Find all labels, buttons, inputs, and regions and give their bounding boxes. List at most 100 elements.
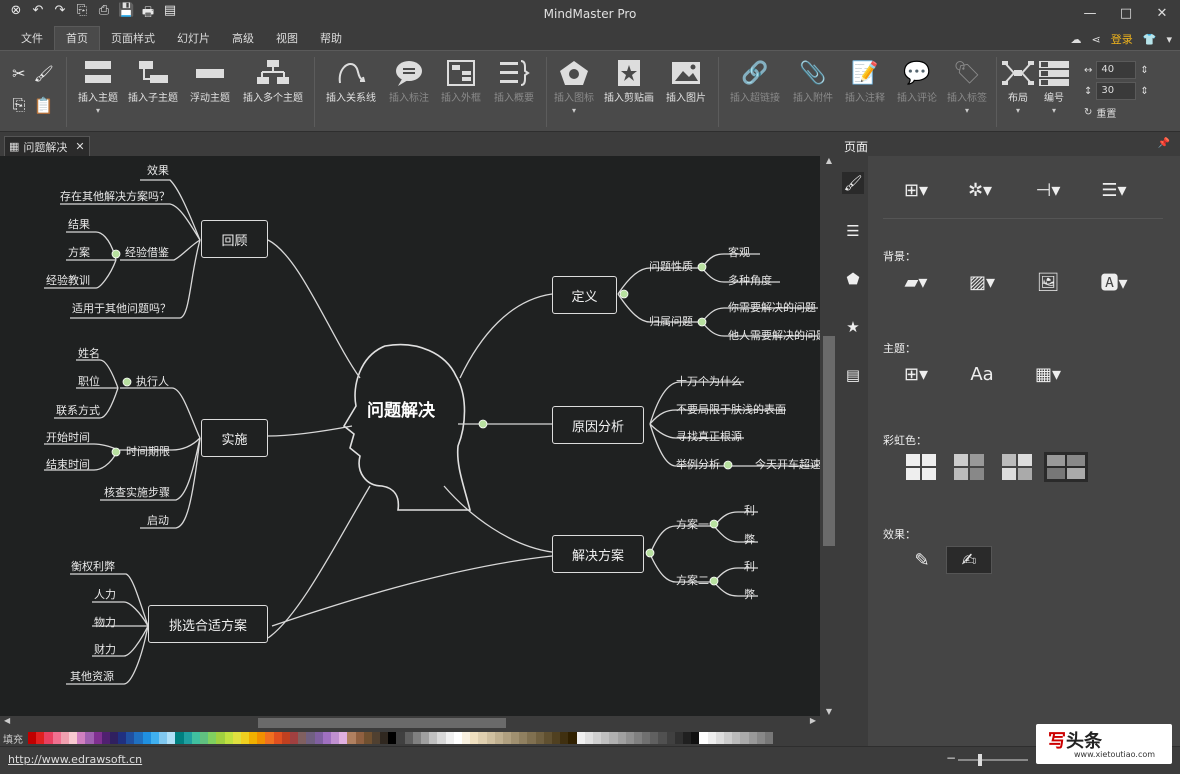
scroll-right-icon[interactable]: ▶ bbox=[810, 716, 816, 725]
color-swatch[interactable] bbox=[584, 732, 593, 744]
color-swatch[interactable] bbox=[347, 732, 356, 744]
color-swatch[interactable] bbox=[273, 732, 282, 744]
color-swatch[interactable] bbox=[453, 732, 462, 744]
cut-icon[interactable]: ✂ bbox=[12, 64, 25, 83]
color-swatch[interactable] bbox=[461, 732, 471, 744]
insert-comment-button[interactable]: 💬 插入评论 bbox=[892, 57, 942, 105]
rainbow-option-4-selected[interactable] bbox=[1044, 452, 1088, 482]
insert-clipart-button[interactable]: 插入剪贴画 bbox=[600, 57, 658, 104]
redo-icon[interactable]: ↷ bbox=[52, 3, 68, 25]
insert-note-button[interactable]: 📝 插入注释 bbox=[840, 57, 890, 105]
color-swatch[interactable] bbox=[633, 732, 643, 744]
tab-home[interactable]: 首页 bbox=[54, 26, 100, 50]
color-swatch[interactable] bbox=[437, 732, 446, 744]
color-swatch[interactable] bbox=[445, 732, 454, 744]
insert-icon-button[interactable]: 插入图标 ▾ bbox=[550, 57, 598, 115]
color-swatch[interactable] bbox=[609, 732, 618, 744]
insert-boundary-button[interactable]: 插入外框 bbox=[436, 57, 486, 104]
color-swatch[interactable] bbox=[486, 732, 495, 744]
color-swatch[interactable] bbox=[142, 732, 151, 744]
insert-topic-button[interactable]: 插入主题 ▾ bbox=[72, 57, 124, 115]
color-swatch[interactable] bbox=[339, 732, 348, 744]
subtopic[interactable]: 姓名 bbox=[78, 347, 100, 361]
color-swatch[interactable] bbox=[560, 732, 569, 744]
color-swatch[interactable] bbox=[101, 732, 110, 744]
cloud-icon[interactable]: ☁ bbox=[1071, 33, 1082, 46]
subtopic[interactable]: 经验借鉴 bbox=[125, 246, 169, 260]
tab-page-style[interactable]: 页面样式 bbox=[100, 27, 166, 50]
open-file-icon[interactable]: ⎙ bbox=[96, 3, 112, 25]
subtopic[interactable]: 结果 bbox=[68, 218, 90, 232]
mindmap-canvas[interactable]: 问题解决 回顾 实施 挑选合适方案 定义 原因分析 解决方案 效果 存在其他解决… bbox=[0, 156, 820, 716]
color-swatch[interactable] bbox=[658, 732, 667, 744]
color-swatch[interactable] bbox=[208, 732, 217, 744]
background-image-icon[interactable]: ▨▾ bbox=[962, 268, 1002, 296]
topic-review[interactable]: 回顾 bbox=[201, 220, 268, 258]
subtopic[interactable]: 客观 bbox=[728, 246, 750, 260]
print-icon[interactable]: 🖶 bbox=[140, 3, 156, 25]
subtopic[interactable]: 问题性质 bbox=[649, 260, 693, 274]
zoom-out-icon[interactable]: − bbox=[946, 751, 956, 765]
rainbow-option-2[interactable] bbox=[954, 454, 984, 480]
color-swatch[interactable] bbox=[396, 732, 405, 744]
export-icon[interactable]: ▤ bbox=[162, 3, 178, 25]
insert-image-button[interactable]: 插入图片 bbox=[660, 57, 712, 104]
subtopic[interactable]: 执行人 bbox=[136, 375, 169, 389]
color-swatch[interactable] bbox=[404, 732, 413, 744]
color-swatch[interactable] bbox=[502, 732, 512, 744]
zoom-slider[interactable] bbox=[958, 754, 1028, 766]
topic-define[interactable]: 定义 bbox=[552, 276, 617, 314]
app-logo-icon[interactable]: ⊗ bbox=[8, 3, 24, 25]
save-icon[interactable]: 💾 bbox=[118, 3, 134, 25]
map-structure-icon[interactable]: ⊞▾ bbox=[896, 176, 936, 204]
subtopic[interactable]: 今天开车超速 bbox=[755, 458, 820, 472]
subtopic[interactable]: 多种角度 bbox=[728, 274, 772, 288]
subtopic[interactable]: 十万个为什么 bbox=[676, 375, 742, 389]
color-swatch[interactable] bbox=[527, 732, 536, 744]
spinner-icon[interactable]: ⇕ bbox=[1140, 86, 1148, 97]
color-swatch[interactable] bbox=[85, 732, 94, 744]
website-link[interactable]: http://www.edrawsoft.cn bbox=[8, 753, 142, 766]
color-swatch[interactable] bbox=[183, 732, 192, 744]
copy-icon[interactable]: ⎘ bbox=[13, 95, 26, 115]
insert-tag-button[interactable]: 🏷 插入标签 ▾ bbox=[942, 57, 992, 116]
color-swatch[interactable] bbox=[249, 732, 258, 744]
subtopic[interactable]: 存在其他解决方案吗？ bbox=[60, 190, 170, 204]
color-swatch[interactable] bbox=[322, 732, 331, 744]
insert-attachment-button[interactable]: 📎 插入附件 bbox=[788, 57, 838, 105]
color-swatch[interactable] bbox=[691, 732, 700, 744]
numbering-style-icon[interactable]: ☰▾ bbox=[1094, 176, 1134, 204]
color-swatch[interactable] bbox=[748, 732, 757, 744]
color-swatch[interactable] bbox=[191, 732, 200, 744]
color-swatch[interactable] bbox=[36, 732, 45, 744]
subtopic[interactable]: 效果 bbox=[147, 164, 169, 178]
color-swatch[interactable] bbox=[666, 732, 675, 744]
color-swatch[interactable] bbox=[756, 732, 765, 744]
subtopic[interactable]: 他人需要解决的问题 bbox=[728, 329, 820, 343]
color-swatch[interactable] bbox=[412, 732, 421, 744]
color-swatch[interactable] bbox=[568, 732, 577, 744]
login-button[interactable]: 登录 bbox=[1111, 31, 1133, 47]
document-tab[interactable]: ▦ 问题解决 ✕ bbox=[4, 136, 90, 156]
zoom-slider-knob[interactable] bbox=[978, 754, 982, 766]
subtopic[interactable]: 时间期限 bbox=[126, 445, 170, 459]
vertical-scroll-thumb[interactable] bbox=[823, 336, 835, 546]
color-swatch[interactable] bbox=[740, 732, 749, 744]
close-button[interactable]: ✕ bbox=[1144, 0, 1180, 28]
central-topic[interactable]: 问题解决 bbox=[367, 396, 435, 421]
color-swatch[interactable] bbox=[380, 732, 389, 744]
format-painter-icon[interactable]: 🖌 bbox=[34, 64, 54, 83]
spinner-icon[interactable]: ⇕ bbox=[1140, 65, 1148, 76]
floating-topic-button[interactable]: 浮动主题 bbox=[184, 57, 236, 104]
options-icon[interactable]: ▾ bbox=[1166, 33, 1172, 46]
color-swatch[interactable] bbox=[576, 732, 585, 744]
subtopic[interactable]: 财力 bbox=[94, 643, 116, 657]
subtopic[interactable]: 衡权利弊 bbox=[71, 560, 115, 574]
minimize-button[interactable]: — bbox=[1072, 0, 1108, 28]
tab-advanced[interactable]: 高级 bbox=[221, 27, 265, 50]
insert-relationship-button[interactable]: 插入关系线 bbox=[320, 57, 382, 104]
color-swatch[interactable] bbox=[519, 732, 528, 744]
color-swatch[interactable] bbox=[674, 732, 683, 744]
subtopic[interactable]: 寻找真正根源 bbox=[676, 430, 742, 444]
color-swatch[interactable] bbox=[134, 732, 143, 744]
